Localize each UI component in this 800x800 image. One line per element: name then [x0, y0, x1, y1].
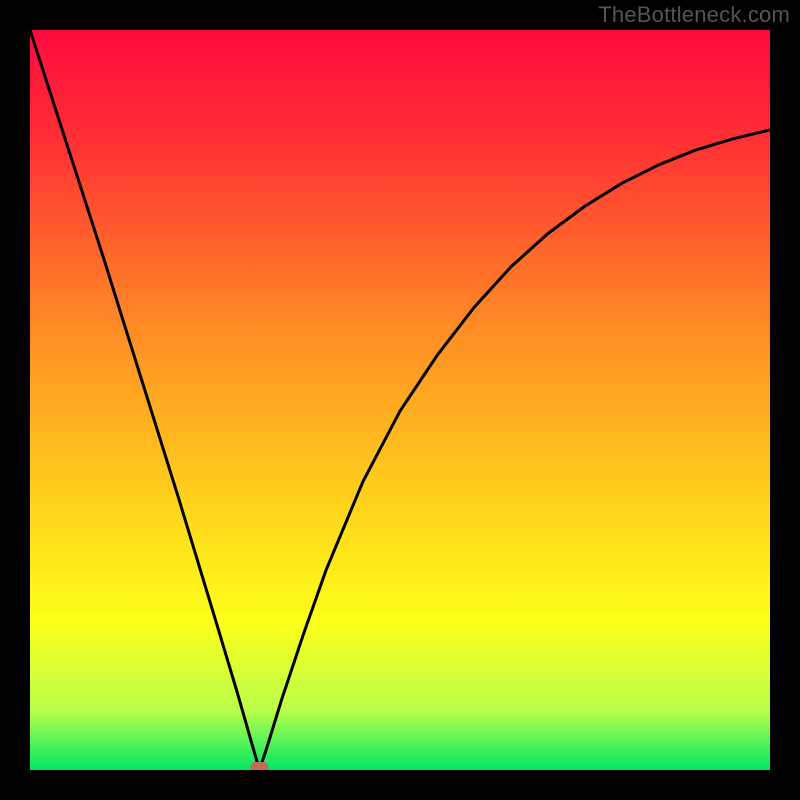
plot-area	[30, 30, 770, 770]
chart-svg	[30, 30, 770, 770]
chart-frame: TheBottleneck.com	[0, 0, 800, 800]
chart-background	[30, 30, 770, 770]
watermark-text: TheBottleneck.com	[598, 2, 790, 28]
minimum-marker	[250, 762, 268, 770]
